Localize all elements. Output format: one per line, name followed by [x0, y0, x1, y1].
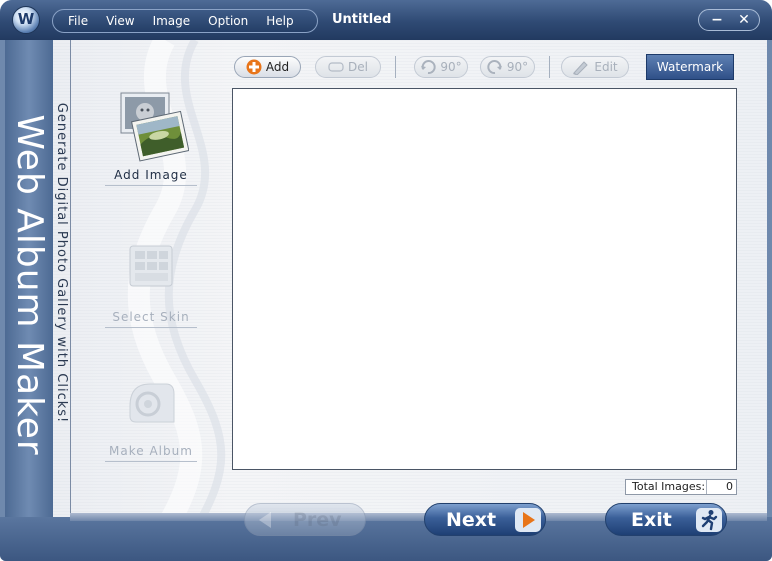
- pen-icon: [573, 61, 589, 75]
- step-make-album[interactable]: Make Album: [105, 372, 197, 462]
- prev-button[interactable]: Prev: [244, 503, 366, 536]
- toolbar-separator: [395, 56, 396, 78]
- step-add-image[interactable]: Add Image: [105, 90, 197, 186]
- image-preview-area[interactable]: [232, 88, 737, 470]
- menu-help[interactable]: Help: [257, 14, 302, 28]
- app-logo-icon[interactable]: W: [12, 6, 40, 34]
- brand-sidebar: Web Album Maker: [5, 40, 53, 530]
- step-make-album-label: Make Album: [105, 438, 197, 462]
- running-man-icon: [696, 508, 722, 532]
- arrow-right-icon: [515, 508, 541, 532]
- brand-name: Web Album Maker: [9, 114, 50, 456]
- menu-image[interactable]: Image: [144, 14, 200, 28]
- main-panel: Web Album Maker Generate Digital Photo G…: [5, 40, 767, 530]
- exit-button[interactable]: Exit: [605, 503, 727, 536]
- total-images-value: 0: [706, 480, 736, 494]
- step-select-skin-label: Select Skin: [105, 304, 197, 328]
- minus-icon: [328, 62, 344, 72]
- menu-bar: File View Image Option Help: [52, 9, 318, 33]
- album-icon: [129, 383, 175, 423]
- close-button[interactable]: ✕: [730, 10, 758, 30]
- exit-button-label: Exit: [631, 509, 672, 531]
- title-bar[interactable]: W File View Image Option Help Untitled −…: [0, 0, 772, 40]
- rotate-left-button[interactable]: 90°: [414, 56, 468, 78]
- menu-file[interactable]: File: [59, 14, 97, 28]
- prev-button-label: Prev: [293, 509, 342, 531]
- rotate-right-button[interactable]: 90°: [480, 56, 535, 78]
- window-controls: − ✕: [698, 9, 760, 31]
- edit-button-label: Edit: [594, 60, 618, 74]
- tagline-strip: Generate Digital Photo Gallery with Clic…: [53, 40, 71, 530]
- add-button-label: Add: [265, 60, 290, 74]
- delete-button-label: Del: [348, 60, 368, 74]
- total-images-label: Total Images:: [632, 480, 706, 493]
- menu-view[interactable]: View: [97, 14, 143, 28]
- rotate-right-label: 90°: [506, 60, 529, 74]
- toolbar-separator: [549, 56, 550, 78]
- menu-option[interactable]: Option: [199, 14, 257, 28]
- plus-icon: [246, 59, 262, 75]
- document-title: Untitled: [332, 12, 392, 27]
- rotate-left-icon: [421, 60, 437, 75]
- edit-button[interactable]: Edit: [561, 56, 629, 78]
- photos-icon: [120, 92, 189, 162]
- delete-button[interactable]: Del: [315, 56, 381, 78]
- step-select-skin[interactable]: Select Skin: [105, 238, 197, 328]
- step-add-image-label: Add Image: [105, 162, 197, 186]
- total-images-status: Total Images: 0: [625, 479, 737, 495]
- app-window: W File View Image Option Help Untitled −…: [0, 0, 772, 561]
- rotate-right-icon: [487, 60, 502, 75]
- skin-icon: [129, 245, 173, 287]
- next-button[interactable]: Next: [424, 503, 546, 536]
- watermark-button[interactable]: Watermark: [646, 54, 734, 80]
- minimize-button[interactable]: −: [703, 10, 731, 30]
- add-button[interactable]: Add: [234, 56, 301, 78]
- arrow-left-icon: [259, 512, 271, 528]
- rotate-left-label: 90°: [440, 60, 462, 74]
- next-button-label: Next: [446, 509, 497, 531]
- tagline: Generate Digital Photo Gallery with Clic…: [54, 102, 69, 424]
